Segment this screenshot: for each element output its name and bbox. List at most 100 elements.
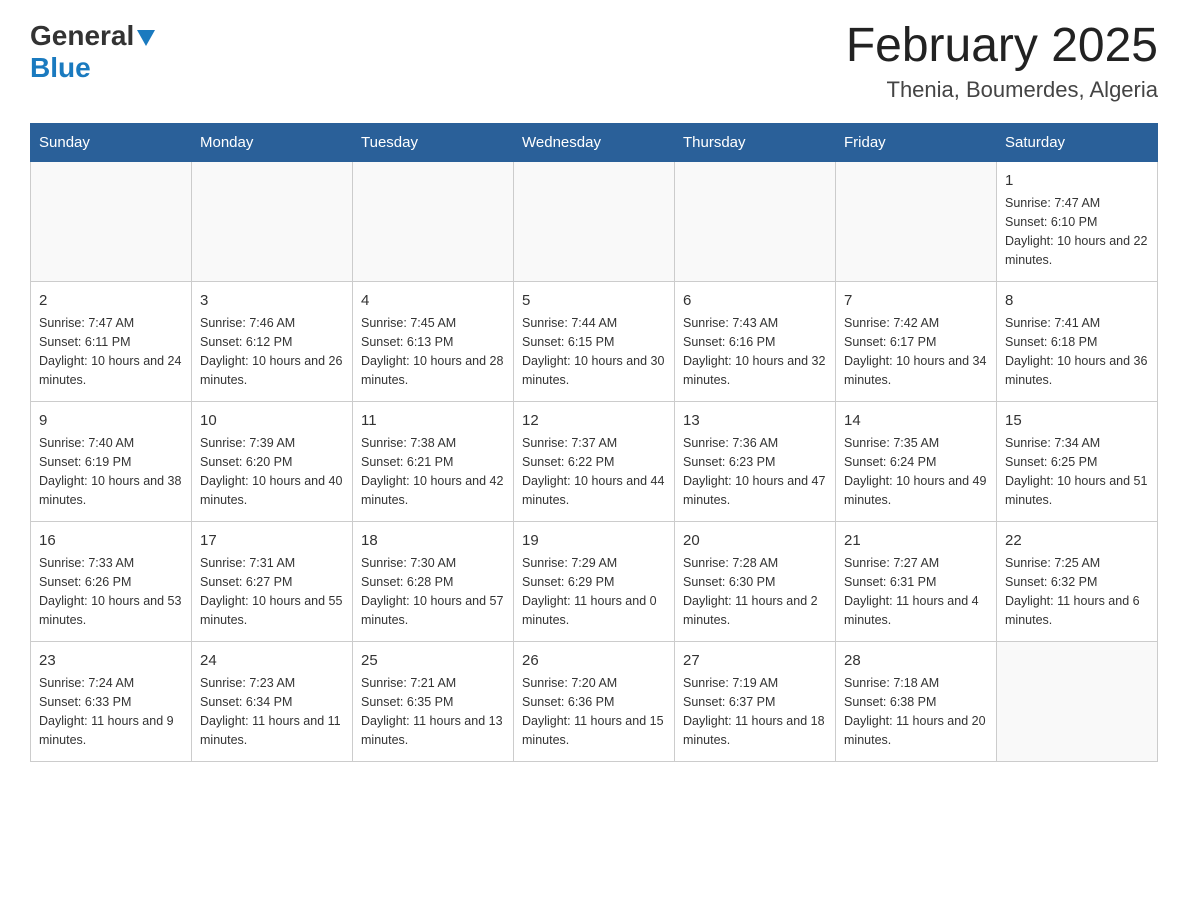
sunrise-text: Sunrise: 7:41 AM bbox=[1005, 316, 1100, 330]
column-header-friday: Friday bbox=[836, 123, 997, 161]
sunset-text: Sunset: 6:32 PM bbox=[1005, 575, 1097, 589]
sunrise-text: Sunrise: 7:24 AM bbox=[39, 676, 134, 690]
calendar-cell: 12Sunrise: 7:37 AMSunset: 6:22 PMDayligh… bbox=[514, 401, 675, 521]
calendar-cell: 14 Sunrise: 7:35 AM Sunset: 6:24 PM Dayligh… bbox=[836, 401, 997, 521]
sunset-text: Sunset: 6:12 PM bbox=[200, 335, 292, 349]
column-header-sunday: Sunday bbox=[31, 123, 192, 161]
day-number: 23 bbox=[39, 650, 183, 673]
daylight-text: Daylight: 10 hours and 42 minutes. bbox=[361, 474, 503, 507]
sunset-text: Sunset: 6:33 PM bbox=[39, 695, 131, 709]
day-number: 9 bbox=[39, 410, 183, 433]
daylight-text: Daylight: 11 hours and 15 minutes. bbox=[522, 714, 664, 747]
calendar-cell: 24Sunrise: 7:23 AMSunset: 6:34 PMDayligh… bbox=[192, 641, 353, 761]
day-number: 12 bbox=[522, 410, 666, 433]
sunrise-text: Sunrise: 7:18 AM bbox=[844, 676, 939, 690]
daylight-text: Daylight: 10 hours and 36 minutes. bbox=[1005, 354, 1147, 387]
column-header-tuesday: Tuesday bbox=[353, 123, 514, 161]
daylight-text: Daylight: 10 hours and 22 minutes. bbox=[1005, 234, 1147, 267]
day-number: 25 bbox=[361, 650, 505, 673]
day-number: 22 bbox=[1005, 530, 1149, 553]
sunrise-text: Sunrise: 7:36 AM bbox=[683, 436, 778, 450]
sunrise-text: Sunrise: 7:39 AM bbox=[200, 436, 295, 450]
calendar-cell: 17Sunrise: 7:31 AMSunset: 6:27 PMDayligh… bbox=[192, 521, 353, 641]
calendar-header-row: SundayMondayTuesdayWednesdayThursdayFrid… bbox=[31, 123, 1158, 161]
sunset-text: Sunset: 6:24 PM bbox=[844, 455, 936, 469]
calendar-cell bbox=[192, 161, 353, 281]
day-number: 28 bbox=[844, 650, 988, 673]
calendar-cell bbox=[675, 161, 836, 281]
day-number: 6 bbox=[683, 290, 827, 313]
calendar-cell: 8Sunrise: 7:41 AMSunset: 6:18 PMDaylight… bbox=[997, 281, 1158, 401]
week-row-1: 1 Sunrise: 7:47 AM Sunset: 6:10 PM Daylight… bbox=[31, 161, 1158, 281]
daylight-text: Daylight: 10 hours and 38 minutes. bbox=[39, 474, 181, 507]
day-number: 21 bbox=[844, 530, 988, 553]
day-number: 14 bbox=[844, 410, 988, 433]
day-number: 16 bbox=[39, 530, 183, 553]
day-number: 10 bbox=[200, 410, 344, 433]
daylight-text: Daylight: 10 hours and 51 minutes. bbox=[1005, 474, 1147, 507]
day-number: 24 bbox=[200, 650, 344, 673]
sunset-text: Sunset: 6:11 PM bbox=[39, 335, 131, 349]
day-number: 2 bbox=[39, 290, 183, 313]
sunset-text: Sunset: 6:38 PM bbox=[844, 695, 936, 709]
day-number: 4 bbox=[361, 290, 505, 313]
sunset-text: Sunset: 6:16 PM bbox=[683, 335, 775, 349]
sunrise-text: Sunrise: 7:47 AM bbox=[1005, 196, 1100, 210]
sunrise-text: Sunrise: 7:28 AM bbox=[683, 556, 778, 570]
day-number: 26 bbox=[522, 650, 666, 673]
sunrise-text: Sunrise: 7:34 AM bbox=[1005, 436, 1100, 450]
calendar-cell: 28 Sunrise: 7:18 AM Sunset: 6:38 PM Dayligh… bbox=[836, 641, 997, 761]
calendar-cell: 20Sunrise: 7:28 AMSunset: 6:30 PMDayligh… bbox=[675, 521, 836, 641]
sunset-text: Sunset: 6:19 PM bbox=[39, 455, 131, 469]
daylight-text: Daylight: 11 hours and 11 minutes. bbox=[200, 714, 341, 747]
calendar-cell bbox=[514, 161, 675, 281]
day-number: 19 bbox=[522, 530, 666, 553]
sunset-text: Sunset: 6:15 PM bbox=[522, 335, 614, 349]
sunset-text: Sunset: 6:29 PM bbox=[522, 575, 614, 589]
sunset-text: Sunset: 6:31 PM bbox=[844, 575, 936, 589]
day-number: 1 bbox=[1005, 170, 1149, 193]
daylight-text: Daylight: 11 hours and 4 minutes. bbox=[844, 594, 979, 627]
sunset-text: Sunset: 6:22 PM bbox=[522, 455, 614, 469]
location-subtitle: Thenia, Boumerdes, Algeria bbox=[846, 77, 1158, 103]
column-header-thursday: Thursday bbox=[675, 123, 836, 161]
sunrise-text: Sunrise: 7:38 AM bbox=[361, 436, 456, 450]
day-number: 27 bbox=[683, 650, 827, 673]
daylight-text: Daylight: 11 hours and 2 minutes. bbox=[683, 594, 818, 627]
calendar-cell: 25Sunrise: 7:21 AMSunset: 6:35 PMDayligh… bbox=[353, 641, 514, 761]
calendar-cell: 18Sunrise: 7:30 AMSunset: 6:28 PMDayligh… bbox=[353, 521, 514, 641]
sunset-text: Sunset: 6:17 PM bbox=[844, 335, 936, 349]
sunrise-text: Sunrise: 7:46 AM bbox=[200, 316, 295, 330]
sunrise-text: Sunrise: 7:20 AM bbox=[522, 676, 617, 690]
sunset-text: Sunset: 6:10 PM bbox=[1005, 215, 1097, 229]
sunset-text: Sunset: 6:20 PM bbox=[200, 455, 292, 469]
daylight-text: Daylight: 11 hours and 20 minutes. bbox=[844, 714, 986, 747]
calendar-cell: 22Sunrise: 7:25 AMSunset: 6:32 PMDayligh… bbox=[997, 521, 1158, 641]
daylight-text: Daylight: 10 hours and 49 minutes. bbox=[844, 474, 986, 507]
day-number: 5 bbox=[522, 290, 666, 313]
calendar-cell: 23Sunrise: 7:24 AMSunset: 6:33 PMDayligh… bbox=[31, 641, 192, 761]
sunrise-text: Sunrise: 7:40 AM bbox=[39, 436, 134, 450]
sunset-text: Sunset: 6:28 PM bbox=[361, 575, 453, 589]
sunrise-text: Sunrise: 7:35 AM bbox=[844, 436, 939, 450]
sunrise-text: Sunrise: 7:29 AM bbox=[522, 556, 617, 570]
sunset-text: Sunset: 6:37 PM bbox=[683, 695, 775, 709]
week-row-4: 16Sunrise: 7:33 AMSunset: 6:26 PMDayligh… bbox=[31, 521, 1158, 641]
calendar-cell: 3Sunrise: 7:46 AMSunset: 6:12 PMDaylight… bbox=[192, 281, 353, 401]
logo-blue-text: Blue bbox=[30, 52, 91, 83]
sunset-text: Sunset: 6:26 PM bbox=[39, 575, 131, 589]
sunrise-text: Sunrise: 7:47 AM bbox=[39, 316, 134, 330]
calendar-cell: 16Sunrise: 7:33 AMSunset: 6:26 PMDayligh… bbox=[31, 521, 192, 641]
sunrise-text: Sunrise: 7:31 AM bbox=[200, 556, 295, 570]
sunrise-text: Sunrise: 7:37 AM bbox=[522, 436, 617, 450]
daylight-text: Daylight: 10 hours and 34 minutes. bbox=[844, 354, 986, 387]
daylight-text: Daylight: 11 hours and 18 minutes. bbox=[683, 714, 825, 747]
daylight-text: Daylight: 10 hours and 28 minutes. bbox=[361, 354, 503, 387]
week-row-5: 23 Sunrise: 7:24 AM Sunset: 6:33 PM Dayligh… bbox=[31, 641, 1158, 761]
calendar-cell bbox=[997, 641, 1158, 761]
sunset-text: Sunset: 6:18 PM bbox=[1005, 335, 1097, 349]
daylight-text: Daylight: 10 hours and 57 minutes. bbox=[361, 594, 503, 627]
sunset-text: Sunset: 6:21 PM bbox=[361, 455, 453, 469]
sunrise-text: Sunrise: 7:30 AM bbox=[361, 556, 456, 570]
calendar-cell: 7Sunrise: 7:42 AMSunset: 6:17 PMDaylight… bbox=[836, 281, 997, 401]
